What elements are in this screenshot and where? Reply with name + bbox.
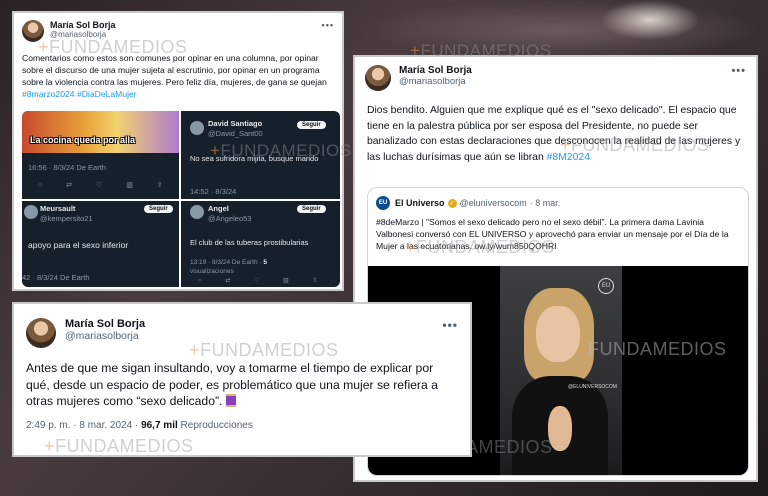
hashtag-link[interactable]: #8M2024: [547, 152, 590, 163]
more-options-icon[interactable]: •••: [731, 65, 746, 77]
reply-author-name[interactable]: David Santiago: [208, 119, 262, 128]
quoted-link[interactable]: ow.ly/wum850QOHRI: [474, 241, 556, 251]
avatar[interactable]: [190, 121, 204, 135]
replies-collage: La cocina queda por alla 16:56 · 8/3/24 …: [22, 111, 340, 287]
thread-spool-icon: [225, 394, 236, 407]
avatar[interactable]: [26, 318, 56, 348]
quoted-date: · 8 mar.: [529, 198, 561, 208]
tweet-header: María Sol Borja @mariasolborja •••: [14, 304, 470, 348]
tweet-card-3: María Sol Borja @mariasolborja ••• Antes…: [12, 302, 472, 457]
watermark-plus-icon: +: [44, 436, 56, 456]
tweet-text: Comentarios como estos son comunes por o…: [14, 42, 342, 100]
views-label: visualizaciones: [190, 268, 234, 275]
watermark: +FUNDAMEDIOS: [44, 436, 194, 457]
reply-timestamp: 14:52 · 8/3/24: [190, 187, 237, 196]
author-block: María Sol Borja @mariasolborja: [65, 318, 442, 342]
quoted-tweet-header: EU El Universo ✓ @eluniversocom · 8 mar.: [368, 188, 748, 210]
person-hands: [548, 406, 572, 451]
avatar[interactable]: [365, 65, 391, 91]
author-block: María Sol Borja @mariasolborja: [399, 65, 731, 87]
avatar[interactable]: [190, 205, 204, 219]
reply-timestamp: 42 · 8/3/24 De Earth: [22, 273, 90, 282]
hashtag-links[interactable]: #8marzo2024 #DiaDeLaMujer: [22, 89, 137, 99]
reply-text: El club de las tuberas prostibularias: [190, 238, 309, 247]
reply-timestamp-text: 13:19 · 8/3/24 De Earth ·: [190, 259, 262, 266]
el-universo-logo-icon[interactable]: EU: [376, 196, 390, 210]
tweet-card-1: María Sol Borja @mariasolborja ••• Comen…: [12, 11, 351, 291]
video-handle: @ELUNIVERSOCOM: [568, 384, 617, 390]
reply-text: No sea sufridora mijita, busque marido: [190, 154, 319, 163]
views-count: 5: [263, 259, 267, 266]
author-block: María Sol Borja @mariasolborja: [50, 20, 322, 39]
follow-button[interactable]: Seguir: [144, 205, 173, 213]
person-face: [536, 306, 580, 362]
video-frame: EU @ELUNIVERSOCOM: [500, 266, 622, 475]
watermark-text: FUNDAMEDIOS: [55, 436, 194, 456]
tweet-header: María Sol Borja @mariasolborja •••: [14, 13, 342, 42]
reply-author-handle[interactable]: @Angeleo53: [208, 214, 251, 223]
avatar[interactable]: [24, 205, 38, 219]
author-handle[interactable]: @mariasolborja: [399, 76, 731, 87]
reply-timestamp: 13:19 · 8/3/24 De Earth · 5: [190, 259, 267, 266]
quoted-text: #8deMarzo | "Somos el sexo delicado pero…: [368, 210, 748, 252]
meme-image[interactable]: [22, 111, 179, 153]
views-label: Reproducciones: [180, 419, 253, 431]
more-options-icon[interactable]: •••: [442, 318, 458, 332]
tweet-text: Antes de que me sigan insultando, voy a …: [14, 348, 470, 410]
quoted-author-handle[interactable]: @eluniversocom: [460, 198, 527, 208]
reply-author-handle[interactable]: @kempersito21: [40, 214, 93, 223]
author-handle[interactable]: @mariasolborja: [65, 330, 442, 342]
views-count: 96,7 mil: [141, 419, 178, 431]
tweet-meta: 2:49 p. m. · 8 mar. 2024 · 96,7 mil Repr…: [14, 410, 470, 431]
collage-divider: [22, 199, 340, 201]
reply-actions-icons[interactable]: ○ ⇄ ♡ ▥ ⇪: [38, 181, 174, 189]
tweet-text: Dios bendito. Alguien que me explique qu…: [355, 91, 756, 165]
tweet-time[interactable]: 2:49 p. m. · 8 mar. 2024 ·: [26, 420, 138, 431]
reply-author-name[interactable]: Angel: [208, 204, 229, 213]
reply-author-handle[interactable]: @David_Sant00: [208, 129, 263, 138]
background-light: [600, 0, 700, 40]
video-badge-icon: EU: [598, 278, 614, 294]
author-name[interactable]: María Sol Borja: [50, 20, 322, 30]
follow-button[interactable]: Seguir: [297, 121, 326, 129]
tweet-header: María Sol Borja @mariasolborja •••: [355, 57, 756, 91]
author-name[interactable]: María Sol Borja: [65, 318, 442, 330]
background-blur: [360, 0, 760, 60]
avatar[interactable]: [22, 20, 44, 42]
more-options-icon[interactable]: •••: [322, 20, 334, 30]
follow-button[interactable]: Seguir: [297, 205, 326, 213]
meme-caption: La cocina queda por alla: [30, 135, 136, 145]
tweet-body: Comentarios como estos son comunes por o…: [22, 53, 327, 87]
reply-text: apoyo para el sexo inferior: [28, 240, 129, 250]
author-name[interactable]: María Sol Borja: [399, 65, 731, 76]
reply-timestamp: 16:56 · 8/3/24 De Earth: [28, 163, 106, 172]
verified-badge-icon: ✓: [447, 198, 457, 208]
author-handle[interactable]: @mariasolborja: [50, 30, 322, 39]
reply-author-name[interactable]: Meursault: [40, 204, 75, 213]
reply-actions-icons[interactable]: ○ ⇄ ♡ ▥ ⇪: [198, 277, 328, 284]
quoted-author-name[interactable]: El Universo: [395, 198, 445, 208]
